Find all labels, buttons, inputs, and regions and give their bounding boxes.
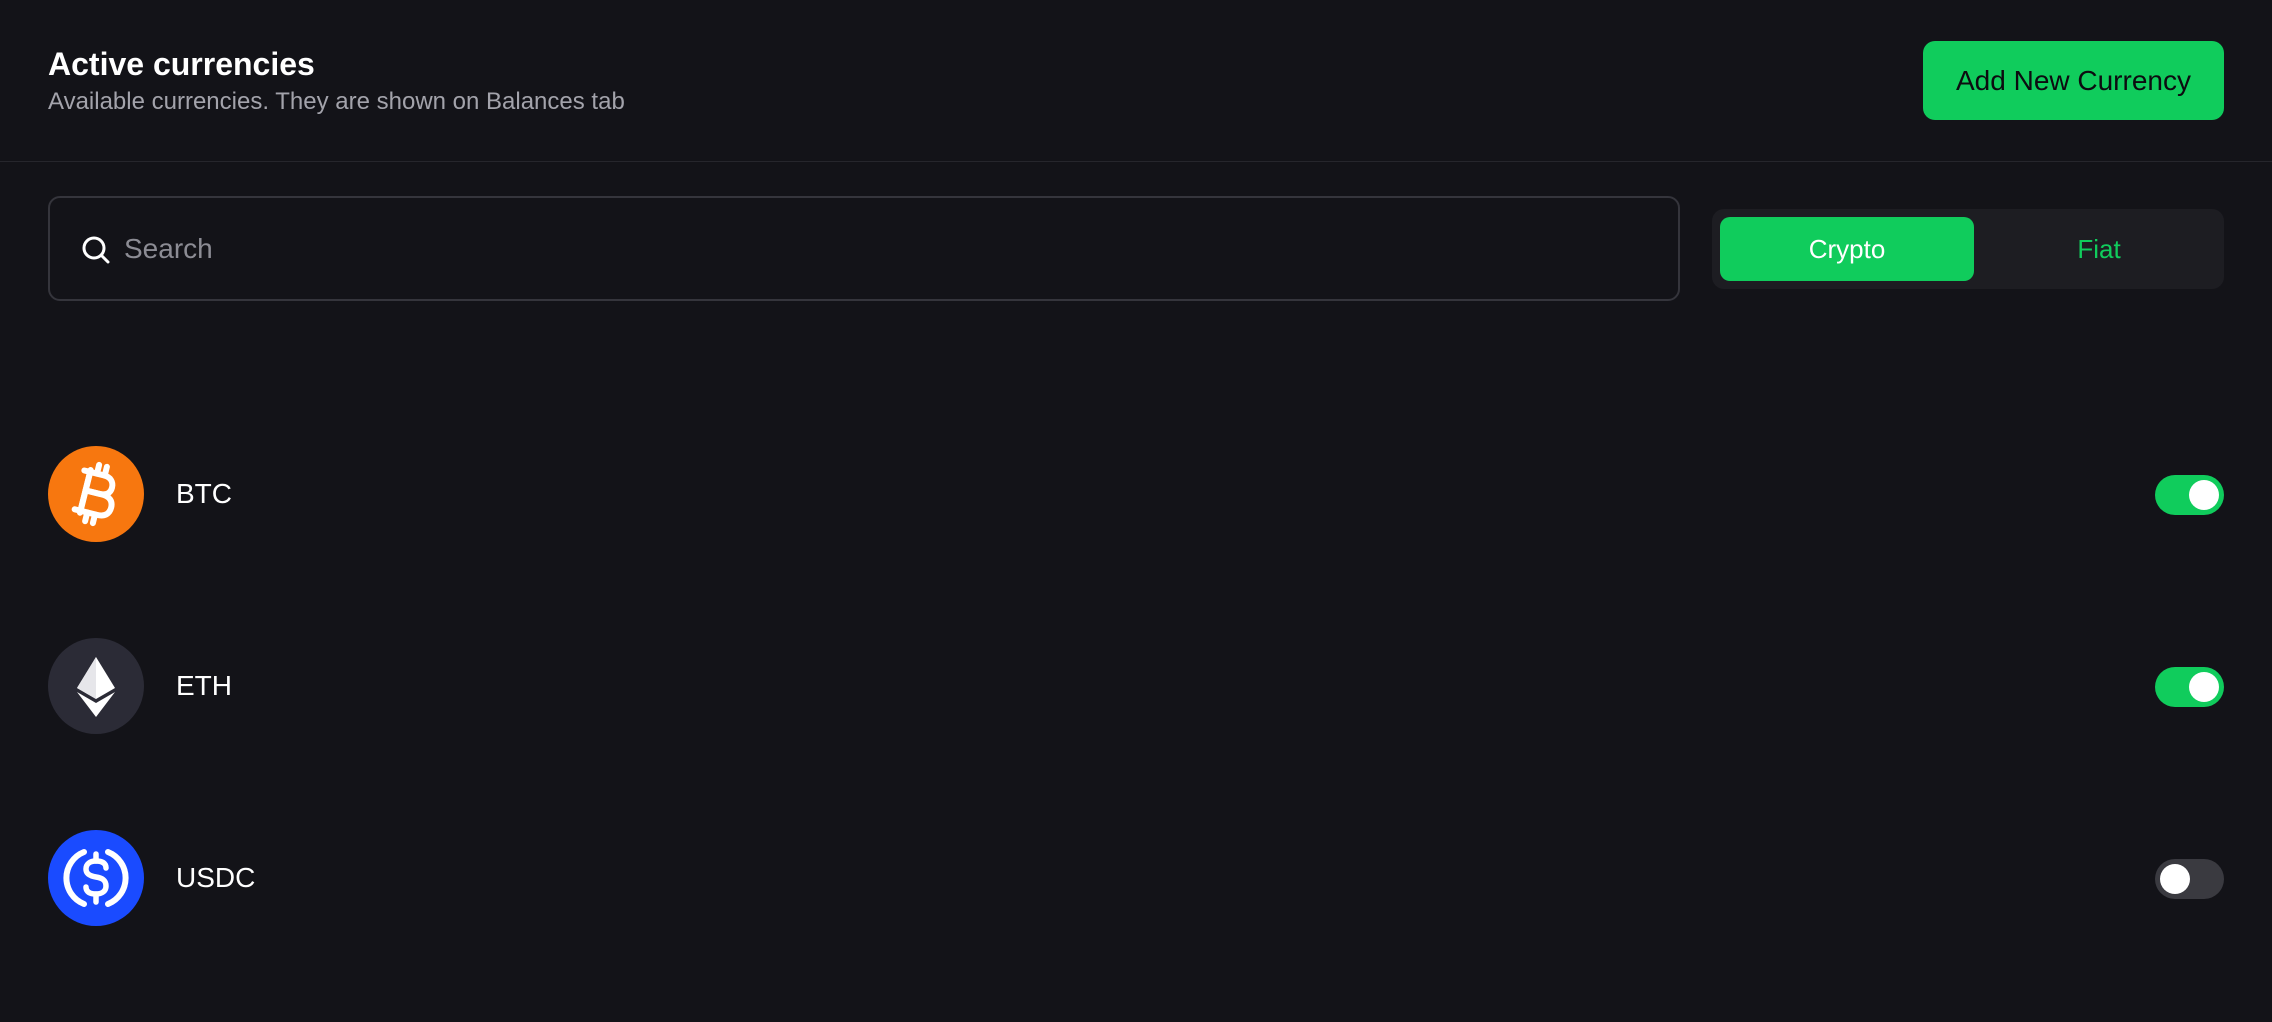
currency-toggle-btc[interactable] [2155,475,2224,515]
tab-fiat[interactable]: Fiat [1972,217,2226,281]
bitcoin-icon [48,446,144,542]
page-header: Active currencies Available currencies. … [0,0,2272,162]
currency-name: ETH [176,670,232,701]
currency-row-btc: BTC [48,446,2224,542]
page-subtitle: Available currencies. They are shown on … [48,88,625,115]
toggle-knob [2160,864,2190,894]
tab-crypto[interactable]: Crypto [1720,217,1974,281]
search-icon [82,236,110,264]
currency-name: BTC [176,478,232,509]
currency-toggle-usdc[interactable] [2155,859,2224,899]
page-title: Active currencies [48,46,315,82]
usdc-icon [48,830,144,926]
toggle-knob [2189,480,2219,510]
search-box[interactable] [48,196,1680,301]
search-input[interactable] [124,198,1624,299]
ethereum-icon [48,638,144,734]
currency-type-tabs: Crypto Fiat [1712,209,2224,289]
toggle-knob [2189,672,2219,702]
currency-name: USDC [176,862,256,893]
currency-row-eth: ETH [48,638,2224,734]
add-new-currency-button[interactable]: Add New Currency [1923,41,2224,120]
currency-row-usdc: USDC [48,830,2224,926]
currency-toggle-eth[interactable] [2155,667,2224,707]
